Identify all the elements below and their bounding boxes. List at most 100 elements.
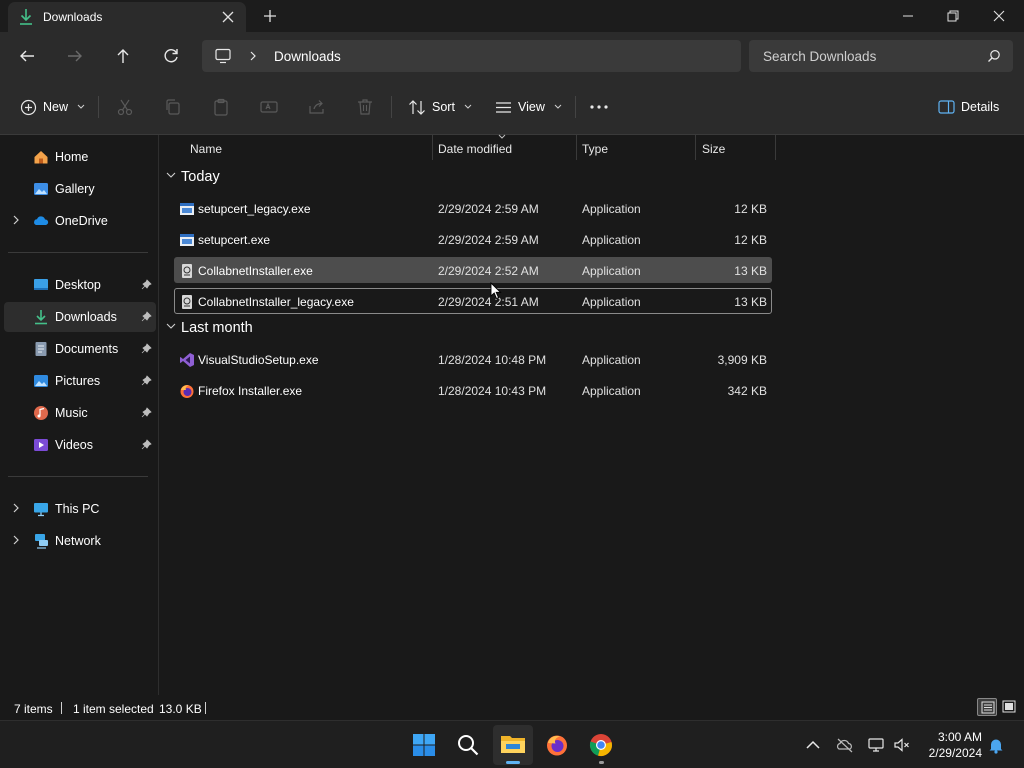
sidebar-item-downloads[interactable]: Downloads xyxy=(4,302,156,332)
tab-downloads[interactable]: Downloads xyxy=(8,2,246,32)
sidebar-item-onedrive[interactable]: OneDrive xyxy=(4,206,156,236)
file-row[interactable]: Firefox Installer.exe 1/28/2024 10:43 PM… xyxy=(174,377,772,403)
clock-time: 3:00 AM xyxy=(937,730,982,744)
taskbar-clock[interactable]: 3:00 AM 2/29/2024 xyxy=(918,729,982,761)
minimize-icon xyxy=(903,15,913,17)
address-bar-row: Downloads xyxy=(0,32,1024,80)
column-header-type[interactable]: Type xyxy=(576,135,696,160)
sidebar-item-documents[interactable]: Documents xyxy=(4,334,156,364)
more-icon[interactable] xyxy=(589,97,609,117)
file-row[interactable]: setupcert.exe 2/29/2024 2:59 AM Applicat… xyxy=(174,226,772,252)
sidebar-item-network[interactable]: Network xyxy=(4,526,156,556)
sidebar-item-desktop[interactable]: Desktop xyxy=(4,270,156,300)
taskbar-search-button[interactable] xyxy=(448,725,488,765)
breadcrumb-downloads[interactable]: Downloads xyxy=(274,49,341,64)
onedrive-icon xyxy=(34,216,49,225)
search-icon[interactable] xyxy=(987,49,1001,63)
cut-icon[interactable] xyxy=(115,97,135,117)
search-input[interactable] xyxy=(749,40,979,72)
download-icon xyxy=(20,9,32,25)
column-header-date-modified[interactable]: Date modified xyxy=(432,134,576,160)
volume-muted-icon[interactable] xyxy=(893,736,911,754)
installer-icon xyxy=(182,264,192,278)
share-icon[interactable] xyxy=(307,97,327,117)
pin-icon[interactable] xyxy=(141,343,152,354)
sidebar-item-this-pc[interactable]: This PC xyxy=(4,494,156,524)
file-row-focused[interactable]: CollabnetInstaller_legacy.exe 2/29/2024 … xyxy=(174,288,772,314)
onedrive-offline-icon[interactable] xyxy=(836,736,854,754)
item-count: 7 items xyxy=(14,702,53,716)
toolbar-divider xyxy=(98,96,99,118)
pin-icon[interactable] xyxy=(141,439,152,450)
new-tab-icon[interactable] xyxy=(260,6,280,26)
chevron-right-icon[interactable] xyxy=(12,535,20,545)
minimize-button[interactable] xyxy=(885,0,931,32)
view-button[interactable]: View xyxy=(495,94,562,120)
chrome-icon xyxy=(589,734,612,756)
details-button[interactable]: Details xyxy=(938,94,999,120)
notification-icon[interactable] xyxy=(987,736,1005,754)
app-window-icon xyxy=(180,203,194,215)
pin-icon[interactable] xyxy=(141,375,152,386)
active-indicator xyxy=(506,761,520,764)
start-button[interactable] xyxy=(404,725,444,765)
sort-descending-icon xyxy=(498,134,506,139)
chevron-down-icon xyxy=(166,323,176,329)
sort-button[interactable]: Sort xyxy=(408,94,472,120)
paste-icon[interactable] xyxy=(211,97,231,117)
view-label: View xyxy=(518,100,545,114)
copy-icon[interactable] xyxy=(163,97,183,117)
refresh-icon[interactable] xyxy=(159,44,183,68)
restore-button[interactable] xyxy=(930,0,976,32)
sidebar-item-gallery[interactable]: Gallery xyxy=(4,174,156,204)
details-view-icon xyxy=(981,701,995,714)
taskbar-chrome[interactable] xyxy=(581,725,621,765)
close-tab-icon[interactable] xyxy=(218,7,238,27)
pin-icon[interactable] xyxy=(141,311,152,322)
chevron-right-icon[interactable] xyxy=(248,49,258,63)
search-box[interactable] xyxy=(749,40,1013,72)
delete-icon[interactable] xyxy=(355,97,375,117)
network-icon[interactable] xyxy=(867,736,885,754)
file-row[interactable]: setupcert_legacy.exe 2/29/2024 2:59 AM A… xyxy=(174,195,772,221)
restore-icon xyxy=(947,10,959,22)
address-field[interactable]: Downloads xyxy=(202,40,741,72)
file-row-selected[interactable]: CollabnetInstaller.exe 2/29/2024 2:52 AM… xyxy=(174,257,772,283)
forward-icon[interactable] xyxy=(63,44,87,68)
command-bar: New Sort View Details xyxy=(0,80,1024,135)
tiles-view-button[interactable] xyxy=(999,698,1019,716)
taskbar-firefox[interactable] xyxy=(537,725,577,765)
new-button[interactable]: New xyxy=(20,94,85,120)
rename-icon[interactable] xyxy=(259,97,279,117)
music-icon xyxy=(34,406,48,420)
chevron-up-icon[interactable] xyxy=(804,736,822,754)
documents-icon xyxy=(35,342,47,356)
column-header-name[interactable]: Name xyxy=(184,135,432,160)
close-window-button[interactable] xyxy=(976,0,1022,32)
sidebar-item-pictures[interactable]: Pictures xyxy=(4,366,156,396)
taskbar-file-explorer[interactable] xyxy=(493,725,533,765)
up-icon[interactable] xyxy=(111,44,135,68)
back-icon[interactable] xyxy=(15,44,39,68)
title-bar: Downloads xyxy=(0,0,1024,32)
group-header-today[interactable]: Today xyxy=(166,166,366,190)
taskbar: 3:00 AM 2/29/2024 xyxy=(0,720,1024,768)
firefox-icon xyxy=(180,385,194,398)
column-separator[interactable] xyxy=(775,135,776,160)
sidebar-item-music[interactable]: Music xyxy=(4,398,156,428)
chevron-down-icon xyxy=(554,104,562,109)
details-view-button[interactable] xyxy=(977,698,997,716)
group-header-last-month[interactable]: Last month xyxy=(166,317,366,341)
navigation-pane: Home Gallery OneDrive Desktop Downloads xyxy=(0,135,159,695)
column-header-size[interactable]: Size xyxy=(696,135,776,160)
sidebar-item-videos[interactable]: Videos xyxy=(4,430,156,460)
sort-label: Sort xyxy=(432,100,455,114)
sidebar-item-home[interactable]: Home xyxy=(4,142,156,172)
file-row[interactable]: VisualStudioSetup.exe 1/28/2024 10:48 PM… xyxy=(174,346,772,372)
start-icon xyxy=(413,734,435,756)
pin-icon[interactable] xyxy=(141,279,152,290)
chevron-down-icon xyxy=(464,104,472,109)
chevron-right-icon[interactable] xyxy=(12,215,20,225)
chevron-right-icon[interactable] xyxy=(12,503,20,513)
pin-icon[interactable] xyxy=(141,407,152,418)
